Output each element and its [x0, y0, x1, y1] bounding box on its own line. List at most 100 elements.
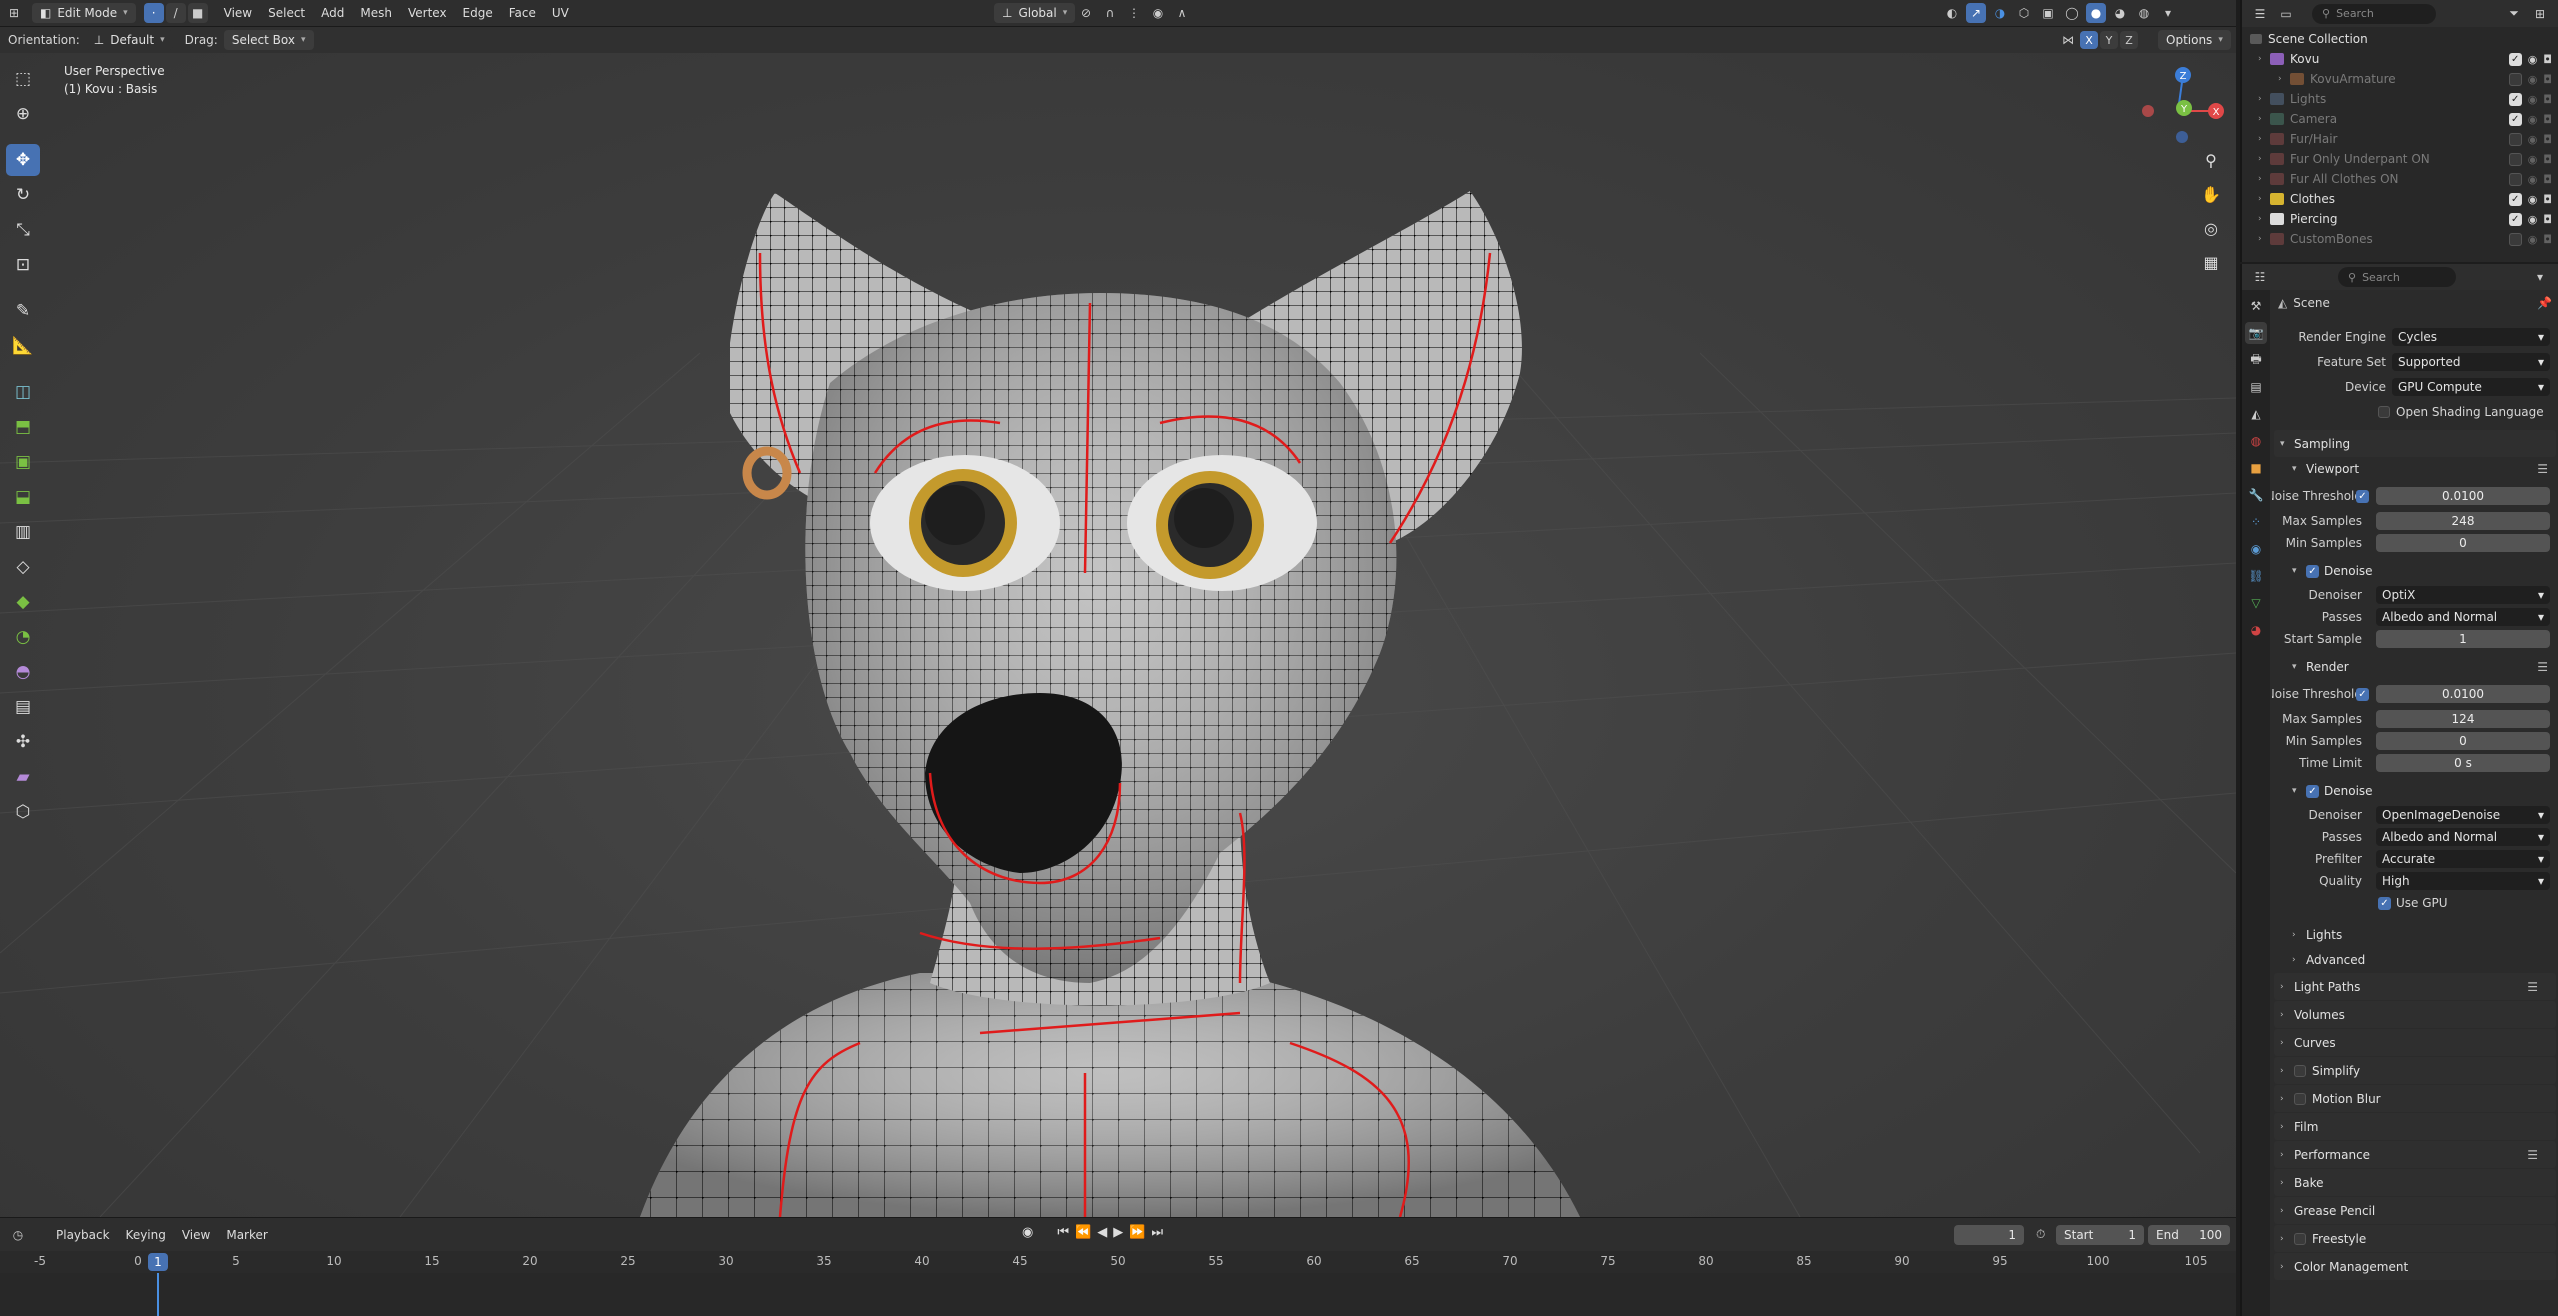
exclude-checkbox[interactable] [2508, 172, 2522, 186]
vp-denoiser-dropdown[interactable]: OptiX ▾ [2376, 586, 2550, 604]
outliner-row[interactable]: › Fur/Hair ◉ ◘ [2250, 129, 2558, 149]
data-tab-icon[interactable]: ▽ [2245, 592, 2267, 614]
panel-header[interactable]: › Grease Pencil [2274, 1197, 2556, 1224]
expand-arrow-icon[interactable]: › [2258, 234, 2270, 244]
timeline-menu-marker[interactable]: Marker [218, 1224, 275, 1246]
feature-set-dropdown[interactable]: Supported ▾ [2392, 353, 2550, 371]
vp-max-samples-field[interactable]: 248 [2376, 512, 2550, 530]
outliner-search[interactable]: ⚲ Search [2312, 3, 2436, 24]
add-cube-icon[interactable]: ◫ [6, 376, 40, 408]
menu-edge[interactable]: Edge [455, 2, 501, 24]
rendered-shading-icon[interactable]: ◍ [2134, 3, 2154, 23]
editor-type-icon[interactable]: ⊞ [4, 3, 24, 23]
material-tab-icon[interactable]: ◕ [2245, 619, 2267, 641]
render-camera-icon[interactable]: ◘ [2543, 133, 2552, 146]
expand-arrow-icon[interactable]: › [2278, 74, 2290, 84]
proportional-edit-icon[interactable]: ◉ [1148, 3, 1168, 23]
measure-icon[interactable]: 📐 [6, 330, 40, 362]
render-camera-icon[interactable]: ◘ [2543, 93, 2552, 106]
jump-end-icon[interactable]: ⏭ [1151, 1225, 1163, 1240]
panel-header[interactable]: › Simplify [2274, 1057, 2556, 1084]
modifier-tab-icon[interactable]: 🔧 [2245, 484, 2267, 506]
render-camera-icon[interactable]: ◘ [2543, 113, 2552, 126]
render-camera-icon[interactable]: ◘ [2543, 53, 2552, 66]
expand-arrow-icon[interactable]: › [2258, 114, 2270, 124]
xray-icon[interactable]: ▣ [2038, 3, 2058, 23]
render-camera-icon[interactable]: ◘ [2543, 193, 2552, 206]
r-noise-threshold-field[interactable]: 0.0100 [2376, 685, 2550, 703]
shear-icon[interactable]: ▰ [6, 761, 40, 793]
r-quality-dropdown[interactable]: High ▾ [2376, 872, 2550, 890]
expand-arrow-icon[interactable]: › [2258, 214, 2270, 224]
expand-arrow-icon[interactable]: › [2258, 54, 2270, 64]
expand-arrow-icon[interactable]: › [2258, 134, 2270, 144]
solid-shading-icon[interactable]: ● [2086, 3, 2106, 23]
r-max-samples-field[interactable]: 124 [2376, 710, 2550, 728]
3d-viewport[interactable]: Z X Y ⚲ ✋ ◎ ▦ [0, 53, 2236, 1217]
properties-editor-icon[interactable]: ☷ [2250, 267, 2270, 287]
panel-header[interactable]: › Bake [2274, 1169, 2556, 1196]
outliner-row[interactable]: › KovuArmature ◉ ◘ [2250, 69, 2558, 89]
cursor-icon[interactable]: ⊕ [6, 98, 40, 130]
bevel-icon[interactable]: ⬓ [6, 481, 40, 513]
expand-arrow-icon[interactable]: › [2258, 154, 2270, 164]
osl-checkbox[interactable] [2378, 406, 2390, 418]
perspective-grid-icon[interactable]: ▦ [2194, 245, 2228, 279]
r-min-samples-field[interactable]: 0 [2376, 732, 2550, 750]
exclude-checkbox[interactable] [2508, 132, 2522, 146]
scene-collection-row[interactable]: Scene Collection [2250, 29, 2558, 49]
snap-target-icon[interactable]: ⋮ [1124, 3, 1144, 23]
eye-icon[interactable]: ◉ [2528, 213, 2538, 226]
menu-mesh[interactable]: Mesh [352, 2, 400, 24]
exclude-checkbox[interactable]: ✓ [2508, 92, 2522, 106]
current-frame-field[interactable]: 1 [1954, 1225, 2024, 1245]
filter-icon[interactable]: ⏷ [2504, 4, 2524, 24]
spin-icon[interactable]: ◔ [6, 621, 40, 653]
wireframe-shading-icon[interactable]: ◯ [2062, 3, 2082, 23]
start-frame-field[interactable]: Start 1 [2056, 1225, 2144, 1245]
menu-uv[interactable]: UV [544, 2, 577, 24]
scale-icon[interactable]: ⤡ [6, 214, 40, 246]
vp-denoise-subpanel[interactable]: ▾ ✓ Denoise [2272, 560, 2558, 582]
panel-header[interactable]: › Motion Blur [2274, 1085, 2556, 1112]
r-denoise-checkbox[interactable]: ✓ [2306, 784, 2319, 798]
panel-header[interactable]: › Freestyle [2274, 1225, 2556, 1252]
timeline-ruler[interactable]: -5 0 5 10 15 20 25 30 35 40 45 50 55 60 65 70 75 80 85 90 95… [0, 1251, 2236, 1316]
record-icon[interactable]: ◉ [1022, 1225, 1033, 1240]
outliner-row[interactable]: › CustomBones ◉ ◘ [2250, 229, 2558, 249]
drag-dropdown[interactable]: Select Box ▾ [223, 30, 314, 50]
r-prefilter-dropdown[interactable]: Accurate ▾ [2376, 850, 2550, 868]
edge-slide-icon[interactable]: ▤ [6, 691, 40, 723]
new-collection-icon[interactable]: ⊞ [2530, 4, 2550, 24]
vp-passes-dropdown[interactable]: Albedo and Normal ▾ [2376, 608, 2550, 626]
menu-vertex[interactable]: Vertex [400, 2, 455, 24]
object-tab-icon[interactable]: ■ [2245, 457, 2267, 479]
render-subpanel-header[interactable]: ▾ Render ☰ [2272, 656, 2558, 678]
menu-select[interactable]: Select [260, 2, 313, 24]
panel-header[interactable]: › Volumes [2274, 1001, 2556, 1028]
panel-checkbox[interactable] [2294, 1092, 2306, 1105]
orientation-dropdown[interactable]: ⊥ Default ▾ [85, 30, 173, 50]
pan-hand-icon[interactable]: ✋ [2194, 177, 2228, 211]
sampling-panel-header[interactable]: ▾ Sampling [2274, 430, 2556, 457]
select-box-icon[interactable]: ⬚ [6, 63, 40, 95]
render-camera-icon[interactable]: ◘ [2543, 153, 2552, 166]
end-frame-field[interactable]: End 100 [2148, 1225, 2230, 1245]
presets-icon[interactable]: ☰ [2537, 660, 2548, 674]
shading-options-icon[interactable]: ▾ [2158, 3, 2178, 23]
play-reverse-icon[interactable]: ◀ [1097, 1225, 1107, 1240]
knife-icon[interactable]: ◇ [6, 551, 40, 583]
pin-icon[interactable]: 📌 [2537, 296, 2552, 310]
next-key-icon[interactable]: ⏩ [1129, 1225, 1145, 1240]
options-dropdown[interactable]: Options ▾ [2158, 30, 2231, 50]
presets-icon[interactable]: ☰ [2527, 1148, 2538, 1162]
exclude-checkbox[interactable] [2508, 232, 2522, 246]
sampling-lights-subpanel[interactable]: › Lights [2272, 922, 2558, 947]
outliner-row[interactable]: › Clothes ✓ ◉ ◘ [2250, 189, 2558, 209]
vp-start-sample-field[interactable]: 1 [2376, 630, 2550, 648]
move-icon[interactable]: ✥ [6, 144, 40, 176]
scene-tab-icon[interactable]: ◭ [2245, 403, 2267, 425]
panel-header[interactable]: › Color Management [2274, 1253, 2556, 1280]
properties-search[interactable]: ⚲ Search [2338, 267, 2456, 287]
camera-view-icon[interactable]: ◎ [2194, 211, 2228, 245]
